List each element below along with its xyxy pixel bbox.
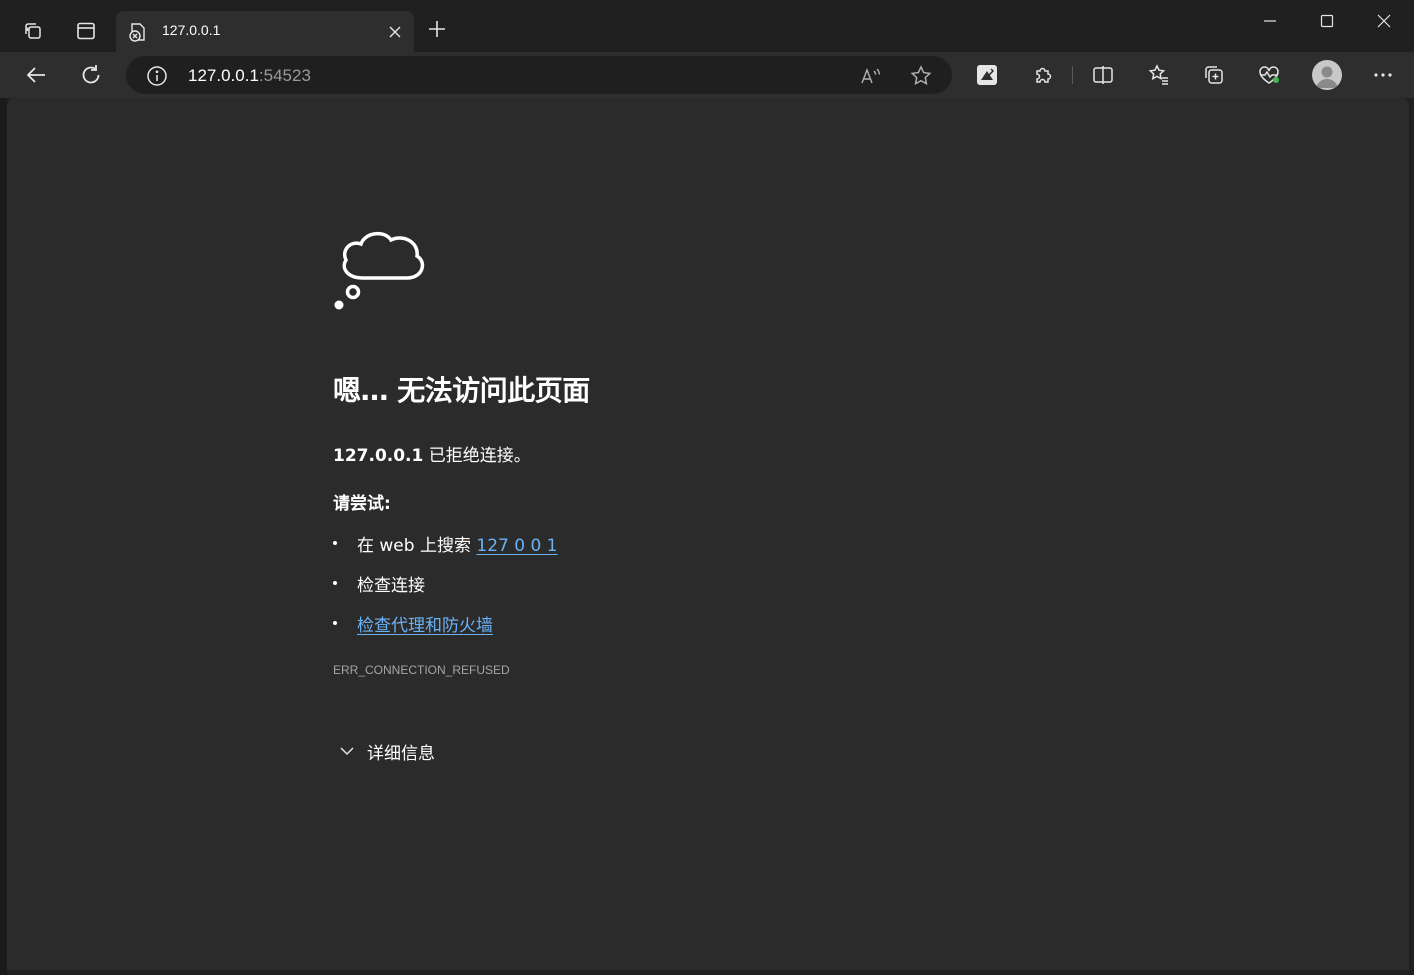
- back-icon[interactable]: [19, 58, 53, 92]
- details-toggle-button[interactable]: 详细信息: [339, 740, 435, 764]
- more-menu-icon[interactable]: [1369, 61, 1397, 89]
- toolbar-divider: [1072, 66, 1073, 84]
- vertical-tabs-icon[interactable]: [69, 14, 103, 48]
- workspaces-icon[interactable]: [16, 14, 50, 48]
- list-bullet: [333, 541, 337, 545]
- list-bullet: [333, 581, 337, 585]
- error-title: 嗯… 无法访问此页面: [333, 374, 590, 407]
- favorite-star-icon[interactable]: [909, 64, 933, 88]
- thought-cloud-icon: [333, 218, 429, 314]
- error-code: ERR_CONNECTION_REFUSED: [333, 663, 510, 677]
- suggestions-list: 在 web 上搜索 127 0 0 1 检查连接 检查代理和防火墙: [333, 531, 933, 651]
- maximize-icon[interactable]: [1304, 6, 1350, 36]
- toolbar: 127.0.0.1:54523: [0, 52, 1414, 98]
- collections-icon[interactable]: [1200, 61, 1228, 89]
- suggestions-heading: 请尝试:: [333, 494, 391, 514]
- refresh-icon[interactable]: [74, 58, 108, 92]
- suggestion-search-web: 在 web 上搜索 127 0 0 1: [333, 531, 933, 571]
- read-aloud-icon[interactable]: [859, 64, 883, 88]
- page-error-icon: [128, 22, 148, 42]
- new-tab-icon[interactable]: [424, 16, 450, 42]
- extensions-puzzle-icon[interactable]: [1029, 61, 1057, 89]
- error-summary: 127.0.0.1 已拒绝连接。: [333, 441, 531, 466]
- chevron-down-icon: [340, 747, 354, 756]
- split-screen-icon[interactable]: [1089, 61, 1117, 89]
- window-left-edge: [0, 98, 7, 975]
- url-host: 127.0.0.1: [188, 66, 259, 85]
- error-summary-host: 127.0.0.1: [333, 446, 424, 466]
- close-window-icon[interactable]: [1361, 6, 1407, 36]
- close-tab-icon[interactable]: [384, 21, 406, 43]
- url-port: :54523: [258, 66, 311, 85]
- profile-avatar[interactable]: [1312, 60, 1342, 90]
- browser-essentials-icon[interactable]: [1255, 61, 1283, 89]
- search-web-link[interactable]: 127 0 0 1: [476, 536, 557, 556]
- suggestion-check-connection-text: 检查连接: [357, 576, 425, 596]
- extension-app-icon[interactable]: [973, 61, 1001, 89]
- error-summary-text: 已拒绝连接。: [423, 446, 531, 466]
- list-bullet: [333, 621, 337, 625]
- suggestion-check-proxy: 检查代理和防火墙: [333, 611, 933, 651]
- favorites-list-icon[interactable]: [1145, 61, 1173, 89]
- suggestion-check-connection: 检查连接: [333, 571, 933, 611]
- suggestion-search-prefix: 在 web 上搜索: [357, 536, 477, 556]
- tab-title: 127.0.0.1: [162, 22, 221, 38]
- page-content: 嗯… 无法访问此页面 127.0.0.1 已拒绝连接。 请尝试: 在 web 上…: [7, 98, 1409, 970]
- address-bar[interactable]: 127.0.0.1:54523: [126, 56, 952, 94]
- url-text[interactable]: 127.0.0.1:54523: [188, 66, 311, 86]
- tab-active[interactable]: 127.0.0.1: [116, 11, 414, 52]
- site-info-icon[interactable]: [146, 65, 168, 87]
- details-label: 详细信息: [367, 743, 435, 764]
- minimize-icon[interactable]: [1247, 6, 1293, 36]
- check-proxy-firewall-link[interactable]: 检查代理和防火墙: [357, 616, 493, 636]
- browser-window: 127.0.0.1 127.0.0.1:54523 嗯… 无法访问此页面 127…: [0, 0, 1414, 975]
- title-bar: 127.0.0.1: [0, 0, 1414, 52]
